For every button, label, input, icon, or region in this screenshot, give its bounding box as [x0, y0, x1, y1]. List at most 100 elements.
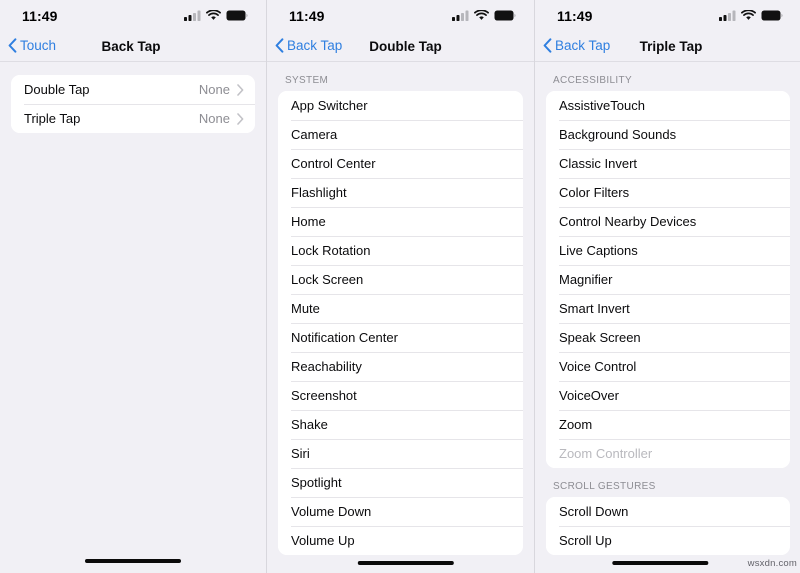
list-item-label: Voice Control — [559, 359, 637, 374]
list-item[interactable]: Camera — [278, 120, 523, 149]
list-item-label: Screenshot — [291, 388, 357, 403]
section-header: SCROLL GESTURES — [553, 481, 656, 492]
list-item-label: Siri — [291, 446, 310, 461]
list-item[interactable]: Volume Up — [278, 526, 523, 555]
settings-list: Double Tap None Triple Tap None — [0, 62, 266, 573]
list-item-label: Color Filters — [559, 185, 630, 200]
list-item-label: Flashlight — [291, 185, 347, 200]
section-header: SYSTEM — [285, 75, 329, 86]
list-item-label: Speak Screen — [559, 330, 641, 345]
list-item[interactable]: Triple Tap None — [11, 104, 255, 133]
list-item[interactable]: Home — [278, 207, 523, 236]
nav-bar: Back Tap Triple Tap — [535, 34, 800, 62]
list-item-label: Camera — [291, 127, 338, 142]
list-item[interactable]: Lock Rotation — [278, 236, 523, 265]
list-item-label: Notification Center — [291, 330, 398, 345]
list-item-label: Live Captions — [559, 243, 638, 258]
nav-bar: Back Tap Double Tap — [267, 34, 534, 62]
list-item-label: Scroll Down — [559, 504, 629, 519]
settings-list: ACCESSIBILITY AssistiveTouch Background … — [535, 62, 800, 573]
list-item[interactable]: Flashlight — [278, 178, 523, 207]
list-item[interactable]: Mute — [278, 294, 523, 323]
list-item[interactable]: Color Filters — [546, 178, 790, 207]
status-icons — [719, 10, 783, 21]
list-item[interactable]: Speak Screen — [546, 323, 790, 352]
list-item: Zoom Controller — [546, 439, 790, 468]
screen-back-tap: 11:49 Touch Back Tap Double Tap None Tri… — [0, 0, 266, 573]
wifi-icon — [741, 10, 756, 20]
battery-icon — [761, 10, 783, 21]
settings-group: Double Tap None Triple Tap None — [11, 75, 255, 133]
settings-group: App Switcher Camera Control Center Flash… — [278, 91, 523, 555]
list-item[interactable]: Shake — [278, 410, 523, 439]
list-item-label: Scroll Up — [559, 533, 612, 548]
list-item-value: None — [198, 82, 230, 97]
status-bar: 11:49 — [535, 0, 800, 34]
battery-icon — [226, 10, 248, 21]
list-item[interactable]: App Switcher — [278, 91, 523, 120]
home-indicator[interactable] — [85, 559, 181, 563]
list-item[interactable]: Classic Invert — [546, 149, 790, 178]
list-item-label: VoiceOver — [559, 388, 619, 403]
list-item[interactable]: Volume Down — [278, 497, 523, 526]
home-indicator[interactable] — [612, 561, 709, 565]
list-item[interactable]: Scroll Down — [546, 497, 790, 526]
list-item[interactable]: Spotlight — [278, 468, 523, 497]
status-time: 11:49 — [289, 8, 325, 24]
list-item[interactable]: Reachability — [278, 352, 523, 381]
list-item-label: App Switcher — [291, 98, 368, 113]
screen-double-tap: 11:49 Back Tap Double Tap SYSTEM App Swi… — [266, 0, 534, 573]
list-item[interactable]: Control Nearby Devices — [546, 207, 790, 236]
wifi-icon — [206, 10, 221, 20]
settings-group: Scroll Down Scroll Up — [546, 497, 790, 555]
list-item[interactable]: Control Center — [278, 149, 523, 178]
settings-list: SYSTEM App Switcher Camera Control Cente… — [267, 62, 534, 573]
list-item-label: Classic Invert — [559, 156, 638, 171]
list-item[interactable]: Voice Control — [546, 352, 790, 381]
status-icons — [184, 10, 248, 21]
section-header: ACCESSIBILITY — [553, 75, 633, 86]
list-item-label: Volume Down — [291, 504, 372, 519]
list-item-value: None — [198, 111, 230, 126]
home-indicator[interactable] — [357, 561, 454, 565]
list-item[interactable]: VoiceOver — [546, 381, 790, 410]
page-title: Double Tap — [369, 39, 442, 54]
status-bar: 11:49 — [267, 0, 534, 34]
page-title: Back Tap — [101, 39, 161, 54]
list-item[interactable]: Live Captions — [546, 236, 790, 265]
list-item-label: Lock Rotation — [291, 243, 371, 258]
list-item[interactable]: AssistiveTouch — [546, 91, 790, 120]
list-item[interactable]: Lock Screen — [278, 265, 523, 294]
list-item[interactable]: Magnifier — [546, 265, 790, 294]
list-item-label: Smart Invert — [559, 301, 630, 316]
list-item[interactable]: Zoom — [546, 410, 790, 439]
list-item-label: AssistiveTouch — [559, 98, 645, 113]
settings-group: AssistiveTouch Background Sounds Classic… — [546, 91, 790, 468]
list-item-label: Volume Up — [291, 533, 355, 548]
list-item-label: Shake — [291, 417, 328, 432]
screen-triple-tap: 11:49 Back Tap Triple Tap ACCESSIBILITY … — [534, 0, 800, 573]
chevron-right-icon — [237, 83, 244, 96]
list-item[interactable]: Siri — [278, 439, 523, 468]
list-item-label: Magnifier — [559, 272, 613, 287]
list-item[interactable]: Notification Center — [278, 323, 523, 352]
watermark: wsxdn.com — [747, 558, 797, 569]
list-item-label: Zoom — [559, 417, 593, 432]
wifi-icon — [474, 10, 489, 20]
list-item[interactable]: Smart Invert — [546, 294, 790, 323]
page-title: Triple Tap — [639, 39, 703, 54]
cellular-signal-icon — [184, 10, 201, 21]
nav-bar: Touch Back Tap — [0, 34, 266, 62]
list-item[interactable]: Double Tap None — [11, 75, 255, 104]
list-item-label: Home — [291, 214, 326, 229]
cellular-signal-icon — [452, 10, 469, 21]
list-item[interactable]: Screenshot — [278, 381, 523, 410]
list-item-label: Mute — [291, 301, 320, 316]
list-item-label: Control Center — [291, 156, 376, 171]
list-item[interactable]: Scroll Up — [546, 526, 790, 555]
status-icons — [452, 10, 516, 21]
status-bar: 11:49 — [0, 0, 266, 34]
list-item-label: Double Tap — [24, 82, 90, 97]
list-item[interactable]: Background Sounds — [546, 120, 790, 149]
cellular-signal-icon — [719, 10, 736, 21]
